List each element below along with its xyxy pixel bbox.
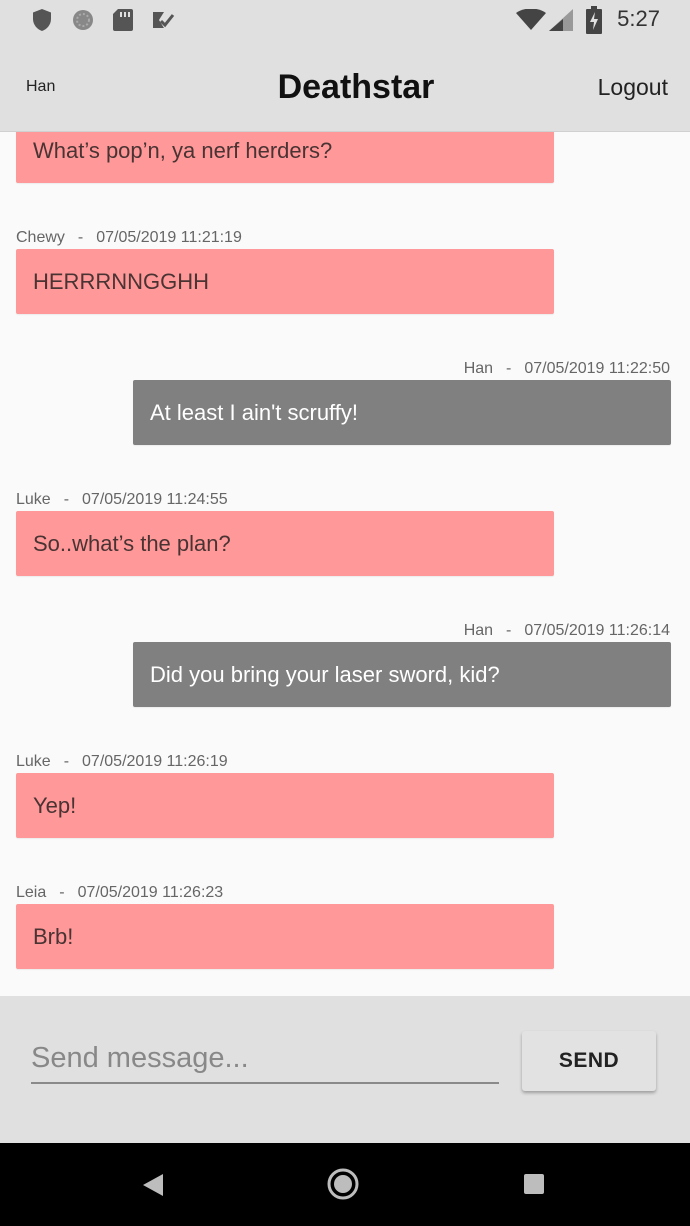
meta-separator: -: [77, 229, 84, 246]
message-meta: Leia -07/05/2019 11:26:23: [16, 884, 223, 902]
recents-icon[interactable]: [523, 1173, 545, 1200]
message-meta: Chewy -07/05/2019 11:21:19: [16, 229, 242, 247]
sd-card-icon: [112, 8, 134, 37]
message-text: At least I ain't scruffy!: [150, 399, 358, 425]
message-bubble: HERRRNNGGHH: [16, 249, 554, 314]
message-text: What’s pop’n, ya nerf herders?: [33, 137, 333, 163]
message-bubble: What’s pop’n, ya nerf herders?: [16, 132, 554, 183]
message-text: So..what’s the plan?: [33, 530, 231, 556]
sync-icon: [71, 8, 95, 37]
message-timestamp: 07/05/2019 11:26:19: [82, 753, 228, 770]
send-button[interactable]: SEND: [522, 1031, 656, 1091]
message-text: HERRRNNGGHH: [33, 268, 209, 294]
shield-icon: [31, 8, 53, 37]
message-list[interactable]: What’s pop’n, ya nerf herders? Chewy -07/0…: [0, 132, 690, 996]
wifi-icon: [516, 8, 546, 36]
message-author: Han: [463, 622, 494, 639]
home-icon[interactable]: [327, 1168, 359, 1205]
message-meta: Han -07/05/2019 11:26:14: [464, 622, 670, 640]
back-icon[interactable]: [141, 1172, 165, 1203]
logout-button[interactable]: Logout: [598, 74, 668, 101]
message-text: Brb!: [33, 923, 74, 949]
message-author: Leia: [16, 884, 47, 901]
app-header: Han Deathstar Logout: [0, 44, 690, 132]
battery-icon: [586, 6, 602, 39]
status-time: 5:27: [617, 6, 660, 31]
message-author: Luke: [16, 491, 51, 508]
own-message-bubble: Did you bring your laser sword, kid?: [133, 642, 671, 707]
composer: SEND: [0, 996, 690, 1143]
message-bubble: Brb!: [16, 904, 554, 969]
meta-separator: -: [63, 753, 70, 770]
message-text: Yep!: [33, 792, 77, 818]
message-timestamp: 07/05/2019 11:26:23: [77, 884, 224, 901]
meta-separator: -: [506, 360, 512, 377]
message-timestamp: 07/05/2019 11:22:50: [524, 360, 670, 377]
message-timestamp: 07/05/2019 11:24:55: [82, 491, 228, 508]
message-timestamp: 07/05/2019 11:21:19: [96, 229, 242, 246]
status-bar: 5:27: [0, 0, 690, 44]
signal-icon: [549, 9, 573, 36]
message-meta: Han -07/05/2019 11:22:50: [464, 360, 670, 378]
message-author: Han: [463, 360, 494, 377]
own-message-bubble: At least I ain't scruffy!: [133, 380, 671, 445]
message-meta: Luke -07/05/2019 11:24:55: [16, 491, 228, 509]
message-input[interactable]: [31, 1034, 499, 1084]
checklist-icon: [151, 8, 175, 37]
message-bubble: So..what’s the plan?: [16, 511, 554, 576]
page-title: Deathstar: [277, 68, 435, 106]
message-timestamp: 07/05/2019 11:26:14: [524, 622, 670, 639]
meta-separator: -: [63, 491, 70, 508]
meta-separator: -: [506, 622, 512, 639]
message-meta: Luke -07/05/2019 11:26:19: [16, 753, 228, 771]
navigation-bar: [0, 1143, 690, 1226]
meta-separator: -: [59, 884, 65, 901]
message-text: Did you bring your laser sword, kid?: [150, 661, 500, 687]
message-bubble: Yep!: [16, 773, 554, 838]
message-author: Chewy: [16, 229, 65, 246]
message-author: Luke: [16, 753, 51, 770]
